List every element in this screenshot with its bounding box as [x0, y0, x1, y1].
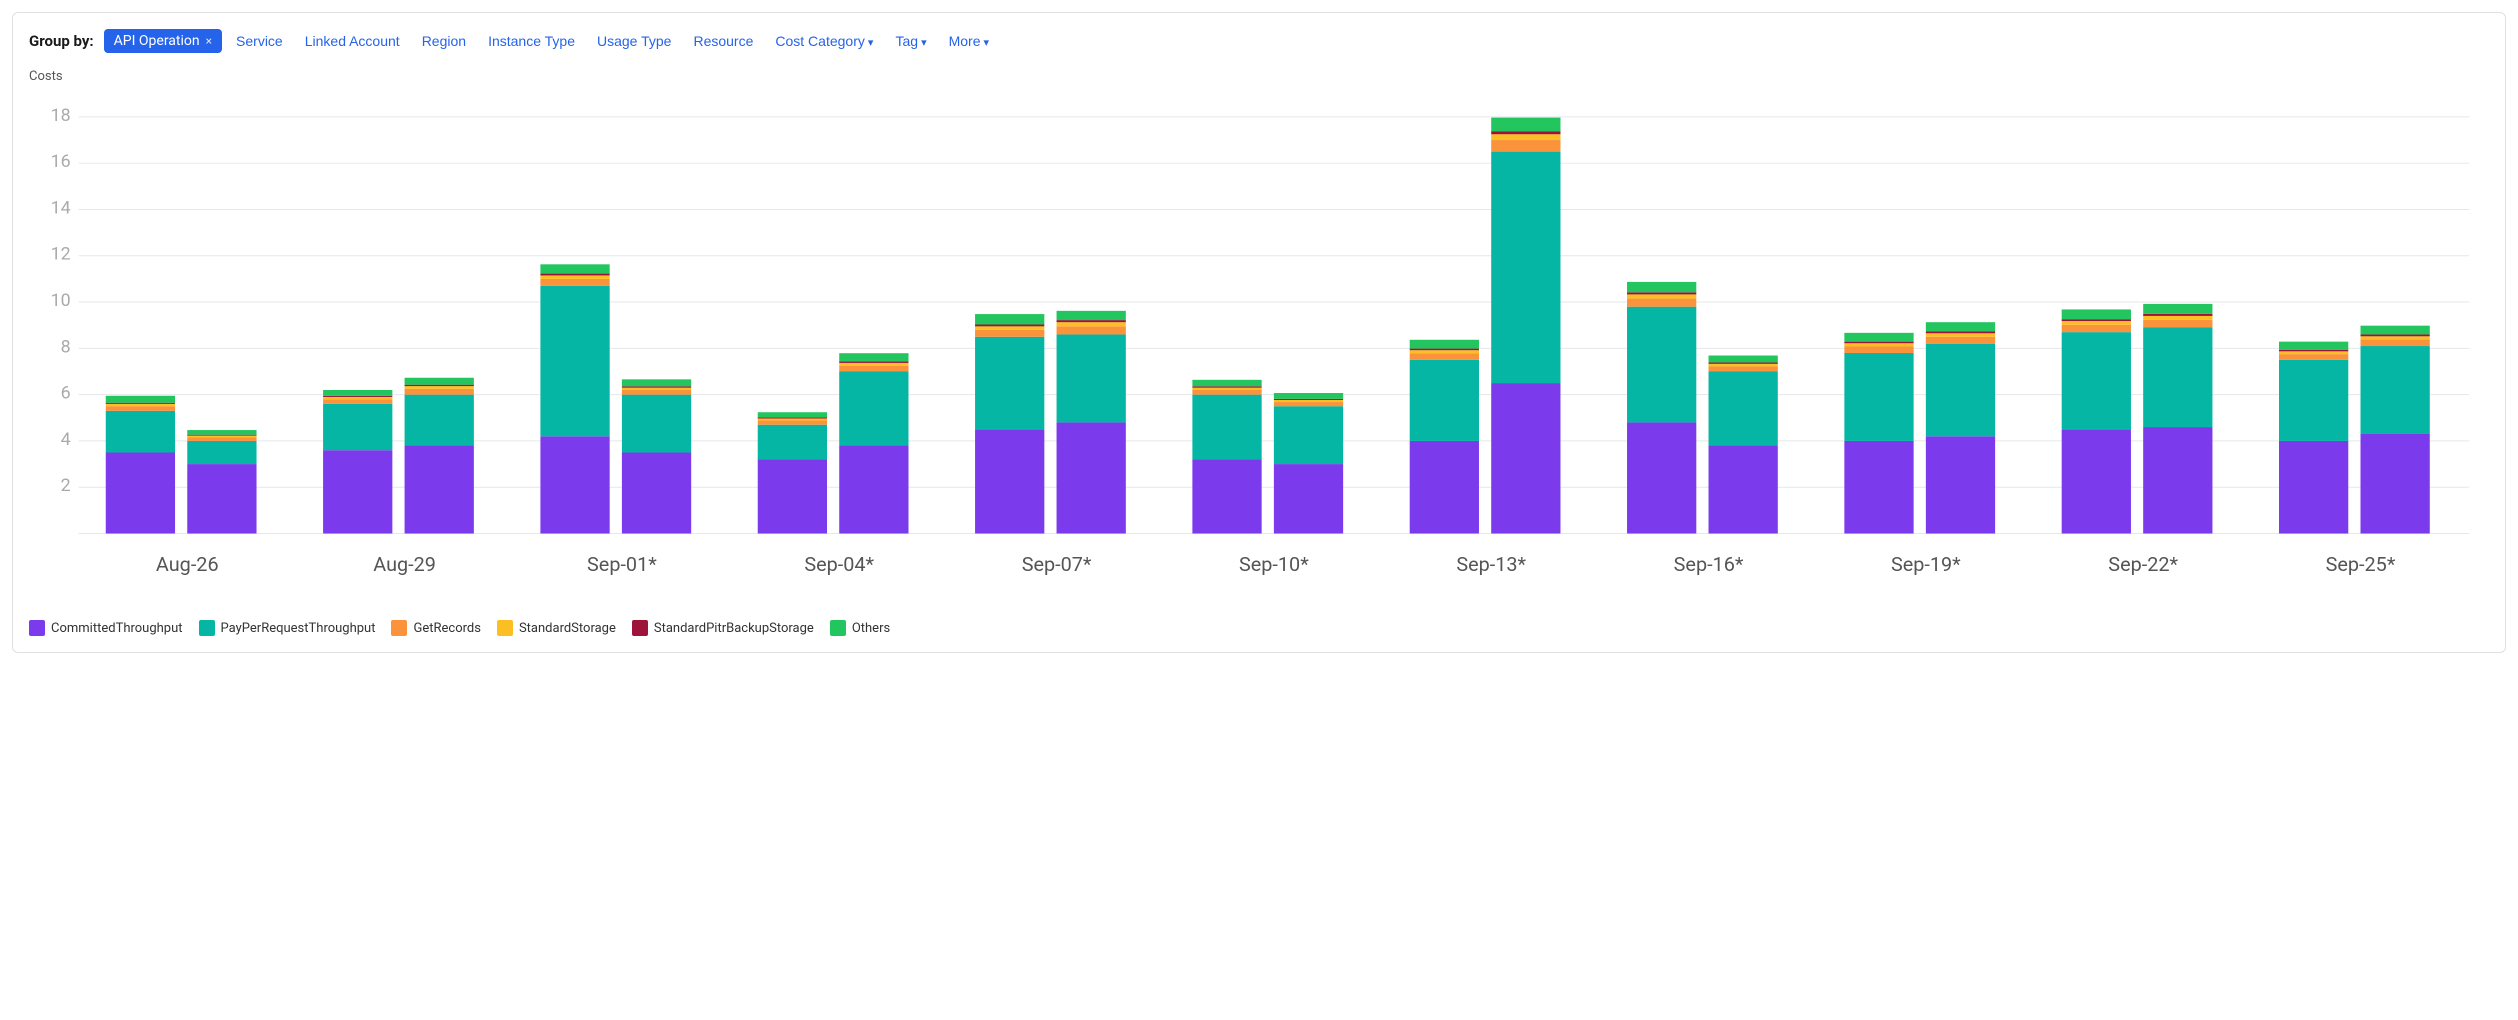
filter-resource[interactable]: Resource [685, 29, 761, 53]
filter-linked-account[interactable]: Linked Account [297, 29, 408, 53]
chart-area: Costs 2 4 6 8 10 12 14 16 18 Aug-26 Aug-29 Sep-01* S… [29, 69, 2489, 636]
svg-text:Sep-01*: Sep-01* [587, 553, 657, 576]
filter-usage-type[interactable]: Usage Type [589, 29, 679, 53]
svg-text:Aug-29: Aug-29 [373, 553, 436, 576]
svg-text:10: 10 [51, 290, 71, 311]
group-by-label: Group by: [29, 32, 94, 50]
filter-more[interactable]: More [941, 29, 997, 53]
svg-text:Sep-16*: Sep-16* [1674, 553, 1744, 576]
legend: CommittedThroughput PayPerRequestThroughp… [29, 620, 2489, 636]
svg-text:12: 12 [51, 244, 71, 265]
legend-label-standard-storage: StandardStorage [519, 621, 616, 636]
legend-item-get-records: GetRecords [391, 620, 480, 636]
svg-text:Sep-13*: Sep-13* [1456, 553, 1526, 576]
legend-label-standard-pitr: StandardPitrBackupStorage [654, 621, 814, 636]
chart-wrapper: 2 4 6 8 10 12 14 16 18 Aug-26 Aug-29 Sep-01* Sep-04*… [29, 90, 2489, 610]
svg-text:Aug-26: Aug-26 [156, 553, 219, 576]
legend-label-get-records: GetRecords [413, 621, 480, 636]
svg-text:Sep-07*: Sep-07* [1022, 553, 1092, 576]
svg-text:14: 14 [51, 197, 71, 218]
svg-text:8: 8 [61, 336, 71, 357]
legend-swatch-others [830, 620, 846, 636]
legend-label-committed-throughput: CommittedThroughput [51, 621, 183, 636]
bar-chart: 2 4 6 8 10 12 14 16 18 Aug-26 Aug-29 Sep-01* Sep-04*… [29, 90, 2489, 610]
svg-text:18: 18 [51, 105, 71, 126]
legend-swatch-standard-storage [497, 620, 513, 636]
close-icon[interactable]: × [206, 34, 212, 48]
filter-tag[interactable]: Tag [887, 29, 934, 53]
svg-text:2: 2 [61, 475, 71, 496]
svg-text:Sep-04*: Sep-04* [804, 553, 874, 576]
chart-title: Costs [29, 69, 2489, 84]
legend-swatch-pay-per-request [199, 620, 215, 636]
filter-cost-category[interactable]: Cost Category [767, 29, 881, 53]
filter-service[interactable]: Service [228, 29, 291, 53]
svg-text:Sep-22*: Sep-22* [2108, 553, 2178, 576]
filter-instance-type[interactable]: Instance Type [480, 29, 583, 53]
legend-item-others: Others [830, 620, 890, 636]
legend-swatch-get-records [391, 620, 407, 636]
svg-text:4: 4 [61, 429, 71, 450]
svg-text:Sep-10*: Sep-10* [1239, 553, 1309, 576]
legend-swatch-standard-pitr [632, 620, 648, 636]
active-filter-label: API Operation [114, 33, 200, 49]
svg-text:16: 16 [51, 151, 71, 172]
legend-swatch-committed-throughput [29, 620, 45, 636]
toolbar: Group by: API Operation × Service Linked… [29, 29, 2489, 53]
main-container: Group by: API Operation × Service Linked… [12, 12, 2506, 653]
svg-text:Sep-19*: Sep-19* [1891, 553, 1961, 576]
legend-label-pay-per-request: PayPerRequestThroughput [221, 621, 376, 636]
legend-item-standard-storage: StandardStorage [497, 620, 616, 636]
svg-text:Sep-25*: Sep-25* [2326, 553, 2396, 576]
legend-item-standard-pitr: StandardPitrBackupStorage [632, 620, 814, 636]
filter-region[interactable]: Region [414, 29, 474, 53]
svg-text:6: 6 [61, 383, 71, 404]
legend-item-pay-per-request: PayPerRequestThroughput [199, 620, 376, 636]
legend-label-others: Others [852, 621, 890, 636]
legend-item-committed-throughput: CommittedThroughput [29, 620, 183, 636]
active-filter-button[interactable]: API Operation × [104, 29, 222, 53]
